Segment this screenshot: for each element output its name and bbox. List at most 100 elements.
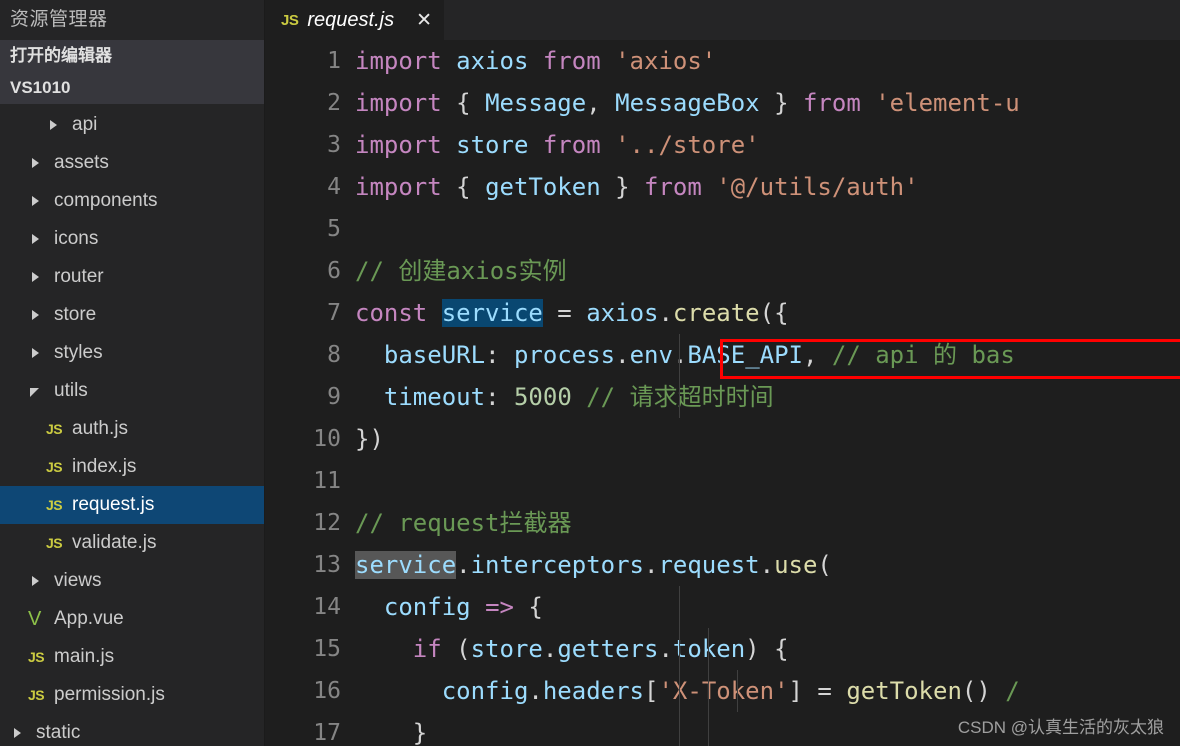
chevron-right-icon[interactable] [28, 220, 46, 258]
code-token: axios [586, 299, 659, 327]
code-line-text: service.interceptors.request.use( [355, 544, 832, 586]
code-token: store [456, 131, 529, 159]
code-token: import [355, 89, 442, 117]
code-line[interactable]: 14 config => { [265, 586, 1180, 628]
tree-item-store[interactable]: store [0, 296, 264, 334]
chevron-down-icon[interactable] [28, 372, 46, 410]
chevron-right-icon[interactable] [28, 258, 46, 296]
project-root-header[interactable]: VS1010 [0, 72, 264, 104]
code-token: : [485, 383, 514, 411]
vscode-window: 资源管理器 打开的编辑器 VS1010 api assets components i… [0, 0, 1180, 746]
code-line[interactable]: 7 const service = axios.create({ [265, 292, 1180, 334]
tree-item-views[interactable]: views [0, 562, 264, 600]
tree-item-api[interactable]: api [0, 106, 264, 144]
line-number: 5 [327, 216, 341, 242]
tree-item-auth-js[interactable]: JS auth.js [0, 410, 264, 448]
tree-item-components[interactable]: components [0, 182, 264, 220]
tree-item-label: utils [54, 380, 88, 401]
chevron-right-icon[interactable] [28, 296, 46, 334]
code-token: // request拦截器 [355, 509, 572, 537]
chevron-right-icon[interactable] [28, 144, 46, 182]
code-token: . [542, 635, 558, 663]
js-file-icon: JS [28, 649, 45, 665]
tree-item-label: validate.js [72, 532, 157, 553]
open-editors-header[interactable]: 打开的编辑器 [0, 40, 264, 72]
code-token: from [542, 131, 601, 159]
line-number: 6 [327, 258, 341, 284]
code-token: config [383, 593, 471, 621]
tree-item-label: styles [54, 342, 103, 363]
code-line[interactable]: 5 [265, 208, 1180, 250]
line-number: 7 [327, 300, 341, 326]
tab-bar-filler [445, 0, 1180, 40]
code-line-text: } [355, 712, 427, 746]
code-line[interactable]: 16 config.headers['X-Token'] = getToken(… [265, 670, 1180, 712]
line-number: 2 [327, 90, 341, 116]
tree-item-permission-js[interactable]: JS permission.js [0, 676, 264, 714]
tree-item-utils[interactable]: utils [0, 372, 264, 410]
code-line[interactable]: 2 import { Message, MessageBox } from 'el… [265, 82, 1180, 124]
indent-guide [679, 334, 680, 376]
js-file-icon: JS [46, 497, 63, 513]
code-token: service [441, 299, 543, 327]
tree-item-static[interactable]: static [0, 714, 264, 746]
code-line-text: import { Message, MessageBox } from 'ele… [355, 82, 1020, 124]
code-token: request [658, 551, 760, 579]
js-file-icon: JS [28, 687, 45, 703]
explorer-sidebar: 资源管理器 打开的编辑器 VS1010 api assets components i… [0, 0, 265, 746]
js-file-icon: JS [46, 421, 63, 437]
code-token: process [513, 341, 616, 369]
code-line[interactable]: 8 baseURL: process.env.BASE_API, // api … [265, 334, 1180, 376]
code-line[interactable]: 11 [265, 460, 1180, 502]
chevron-right-icon[interactable] [46, 106, 64, 144]
chevron-right-icon[interactable] [28, 562, 46, 600]
code-line[interactable]: 3 import store from '../store' [265, 124, 1180, 166]
indent-guide [679, 376, 680, 418]
code-line[interactable]: 9 timeout: 5000 // 请求超时时间 [265, 376, 1180, 418]
code-token: } [355, 719, 428, 746]
tab-request-js[interactable]: JS request.js ✕ [265, 0, 446, 40]
line-number: 12 [313, 510, 341, 536]
close-icon[interactable]: ✕ [416, 11, 432, 30]
code-token: import [355, 173, 442, 201]
line-number: 3 [327, 132, 341, 158]
code-line[interactable]: 15 if (store.getters.token) { [265, 628, 1180, 670]
editor-tab-bar: JS request.js ✕ [265, 0, 1180, 40]
tree-item-router[interactable]: router [0, 258, 264, 296]
code-token: config [441, 677, 529, 705]
tree-item-styles[interactable]: styles [0, 334, 264, 372]
code-token: token [672, 635, 746, 663]
tree-item-validate-js[interactable]: JS validate.js [0, 524, 264, 562]
tree-item-assets[interactable]: assets [0, 144, 264, 182]
code-token: . [615, 341, 630, 369]
chevron-right-icon[interactable] [28, 334, 46, 372]
tree-item-app-vue[interactable]: V App.vue [0, 600, 264, 638]
tree-item-main-js[interactable]: JS main.js [0, 638, 264, 676]
tree-item-index-js[interactable]: JS index.js [0, 448, 264, 486]
code-line[interactable]: 13 service.interceptors.request.use( [265, 544, 1180, 586]
code-line[interactable]: 1 import axios from 'axios' [265, 40, 1180, 82]
code-line[interactable]: 10}) [265, 418, 1180, 460]
chevron-right-icon[interactable] [28, 182, 46, 220]
code-line[interactable]: 4 import { getToken } from '@/utils/auth' [265, 166, 1180, 208]
code-line[interactable]: 12 // request拦截器 [265, 502, 1180, 544]
tree-item-icons[interactable]: icons [0, 220, 264, 258]
code-token: . [528, 677, 543, 705]
code-line-text: // 创建axios实例 [355, 250, 567, 292]
tree-item-request-js[interactable]: JS request.js [0, 486, 264, 524]
code-editor[interactable]: 1 import axios from 'axios' 2 import { Mess… [265, 40, 1180, 746]
tree-item-label: auth.js [72, 418, 128, 439]
chevron-right-icon[interactable] [10, 714, 28, 746]
code-line-text: }) [355, 418, 384, 460]
code-token: env [629, 341, 673, 369]
code-token: () [961, 677, 991, 705]
code-line[interactable]: 6 // 创建axios实例 [265, 250, 1180, 292]
code-token: import [355, 47, 442, 75]
code-token: . [456, 551, 471, 579]
